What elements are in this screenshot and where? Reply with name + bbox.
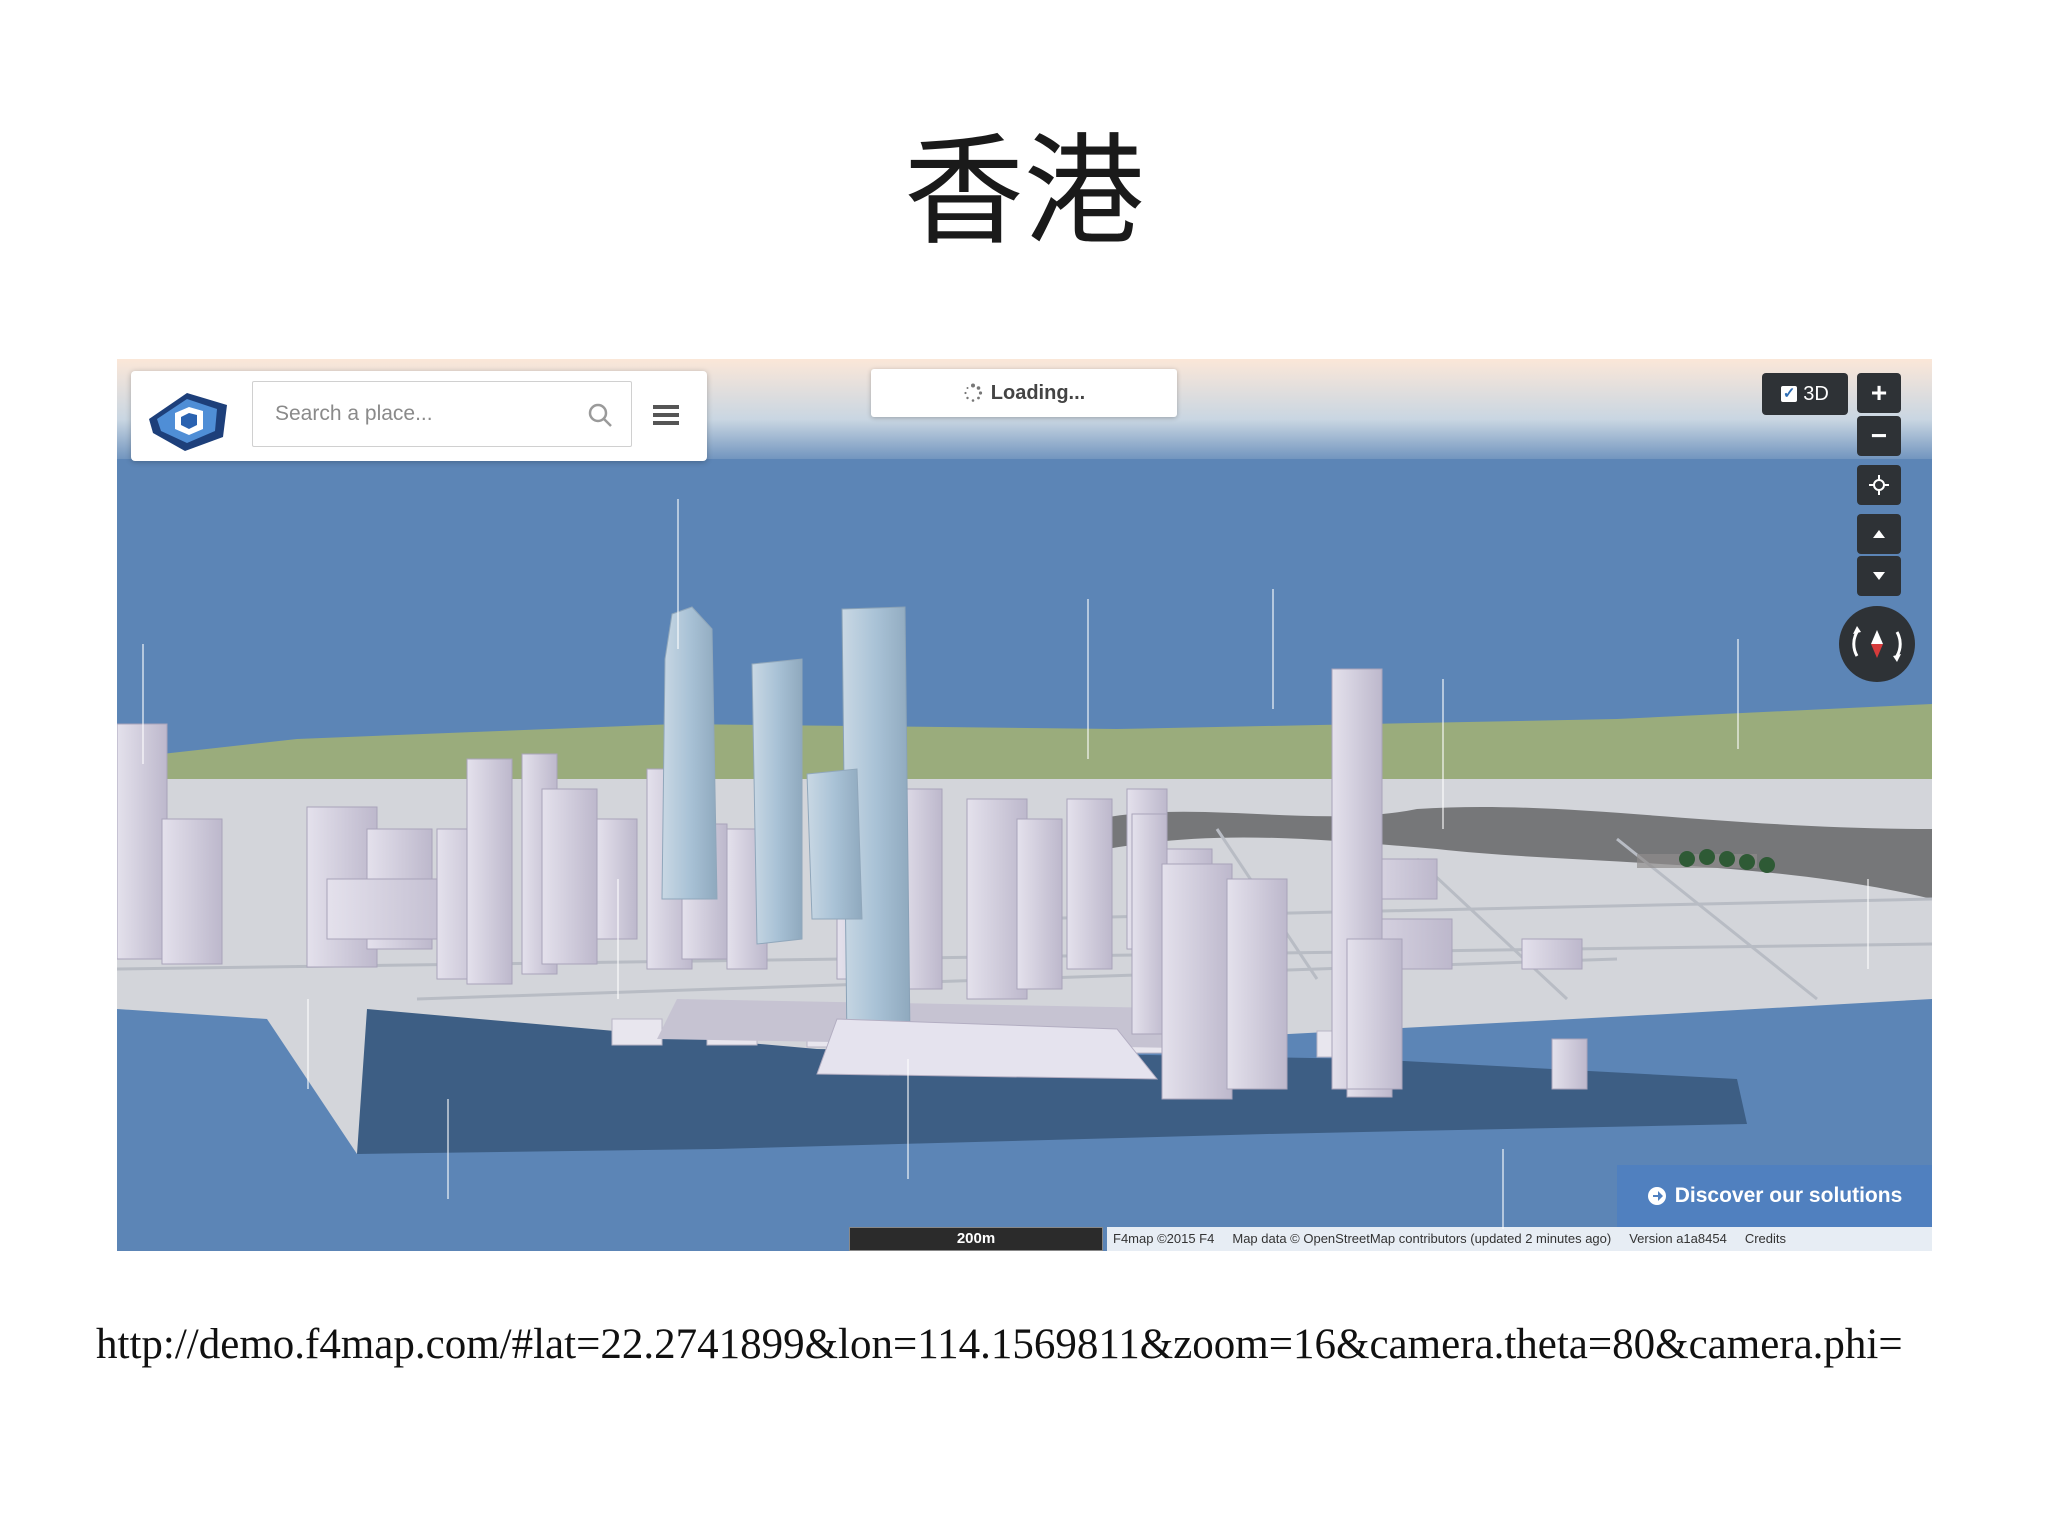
minus-icon: − [1870,420,1888,451]
compass-icon[interactable] [1839,606,1915,682]
discover-solutions-button[interactable]: Discover our solutions [1617,1165,1932,1227]
menu-icon[interactable] [653,403,679,427]
version-text: Version a1a8454 [1629,1231,1727,1246]
zoom-out-button[interactable]: − [1857,416,1901,456]
toggle-3d-label: 3D [1803,382,1829,405]
map-footer: 200m F4map ©2015 F4 Map data © OpenStree… [117,1227,1932,1251]
loading-indicator: Loading... [871,369,1177,417]
discover-label: Discover our solutions [1674,1184,1903,1207]
arrow-circle-icon [1647,1187,1666,1205]
credits-link[interactable]: Credits [1745,1227,1786,1251]
copyright-text: F4map ©2015 F4 [1113,1231,1215,1246]
search-input[interactable] [253,382,573,446]
tilt-up-button[interactable] [1857,514,1901,554]
spinner-icon [964,383,982,402]
zoom-in-button[interactable]: + [1857,373,1901,413]
map-3d-scene[interactable] [117,359,1932,1251]
tilt-down-icon [1873,572,1885,580]
locate-icon [1869,475,1889,495]
locate-button[interactable] [1857,465,1901,505]
attribution-bar: F4map ©2015 F4 Map data © OpenStreetMap … [1107,1227,1932,1251]
search-box[interactable] [252,381,632,447]
search-icon[interactable] [587,402,613,428]
compass-control[interactable] [1839,606,1915,682]
search-panel [131,371,707,461]
loading-label: Loading... [990,381,1086,404]
map-viewport[interactable]: Loading... ✓ 3D + − [117,359,1932,1251]
map-data-link[interactable]: Map data © OpenStreetMap contributors (u… [1232,1227,1611,1251]
checkbox-icon[interactable]: ✓ [1781,386,1798,402]
plus-icon: + [1870,377,1888,408]
tilt-up-icon [1873,530,1885,538]
f4map-logo-icon[interactable] [145,381,231,451]
slide-title: 香港 [904,123,1144,262]
scale-bar: 200m [849,1227,1103,1251]
source-url: http://demo.f4map.com/#lat=22.2741899&lo… [96,1321,1903,1368]
toggle-3d[interactable]: ✓ 3D [1762,373,1848,415]
tilt-down-button[interactable] [1857,556,1901,596]
